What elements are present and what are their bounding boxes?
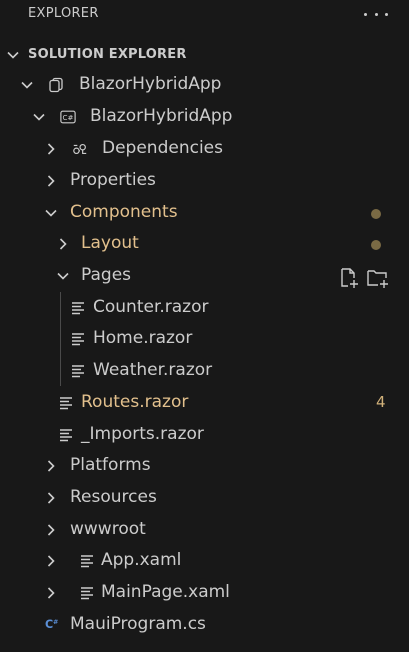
chevron-right-icon (47, 143, 55, 155)
tree-item-platforms[interactable]: Platforms (0, 451, 409, 482)
tree-item-label: Weather.razor (93, 360, 213, 380)
tree-item-imports-razor[interactable]: _Imports.razor (0, 420, 409, 451)
chevron-right-icon (47, 555, 55, 567)
tree-item-mainpage-xaml[interactable]: MainPage.xaml (0, 578, 409, 609)
tree-item-label: MauiProgram.cs (70, 614, 206, 634)
chevron-down-icon (57, 272, 69, 280)
tree-item-label: BlazorHybridApp (90, 106, 233, 126)
svg-text:#: # (53, 618, 58, 626)
file-lines-icon (60, 397, 72, 410)
tree-item-label: wwwroot (70, 519, 146, 539)
tree-item-resources[interactable]: Resources (0, 483, 409, 514)
tree-item-home-razor[interactable]: Home.razor (0, 324, 409, 355)
modified-dot (371, 240, 381, 250)
file-lines-icon (72, 302, 84, 315)
new-folder-icon[interactable] (366, 267, 388, 289)
ellipsis-icon[interactable] (364, 4, 388, 24)
chevron-right-icon (47, 587, 55, 599)
csharp-project-icon: C# (60, 110, 76, 124)
chevron-right-icon (47, 492, 55, 504)
solution-explorer-section-header[interactable]: SOLUTION EXPLORER (0, 42, 409, 68)
tree-item-properties[interactable]: Properties (0, 166, 409, 197)
new-file-icon[interactable] (338, 267, 360, 289)
tree-item-label: Home.razor (93, 328, 193, 348)
svg-text:C#: C# (63, 113, 74, 122)
chevron-right-icon (47, 460, 55, 472)
chevron-down-icon (45, 209, 57, 217)
tree-item-dependencies[interactable]: Dependencies (0, 134, 409, 165)
file-lines-icon (81, 555, 93, 568)
svg-text:C: C (45, 618, 53, 631)
tree-item-label: App.xaml (101, 550, 182, 570)
section-title: SOLUTION EXPLORER (28, 47, 187, 62)
explorer-title: EXPLORER (28, 6, 99, 21)
csharp-file-icon: C # (45, 618, 58, 631)
file-lines-icon (72, 333, 84, 346)
tree-item-wwwroot[interactable]: wwwroot (0, 515, 409, 546)
tree-item-label: Properties (70, 170, 156, 190)
file-lines-icon (60, 429, 72, 442)
tree-item-label: BlazorHybridApp (79, 74, 222, 94)
modified-dot (371, 209, 381, 219)
tree-item-mauiprogram-cs[interactable]: C # MauiProgram.cs (0, 610, 409, 641)
tree-item-label: Components (70, 202, 178, 222)
chevron-down-icon (33, 113, 45, 121)
file-lines-icon (81, 587, 93, 600)
tree-item-label: MainPage.xaml (101, 582, 230, 602)
tree-item-pages[interactable]: Pages (0, 261, 409, 292)
chevron-right-icon (47, 524, 55, 536)
tree-item-label: _Imports.razor (81, 424, 204, 444)
file-lines-icon (72, 365, 84, 378)
tree-item-label: Dependencies (102, 138, 223, 158)
problems-badge: 4 (376, 393, 386, 411)
tree-item-layout[interactable]: Layout (0, 229, 409, 260)
tree-item-components[interactable]: Components (0, 198, 409, 229)
chevron-right-icon (47, 175, 55, 187)
tree-item-solution[interactable]: BlazorHybridApp (0, 70, 409, 101)
solution-icon (49, 77, 63, 93)
tree-item-app-xaml[interactable]: App.xaml (0, 546, 409, 577)
tree-item-weather-razor[interactable]: Weather.razor (0, 356, 409, 387)
tree-item-label: Pages (81, 265, 132, 285)
dependencies-icon (73, 143, 87, 155)
tree-item-label: Layout (81, 233, 139, 253)
tree-item-label: Platforms (70, 455, 151, 475)
tree-item-project[interactable]: C# BlazorHybridApp (0, 102, 409, 133)
tree-item-label: Counter.razor (93, 297, 209, 317)
chevron-down-icon (21, 81, 33, 89)
tree-item-routes-razor[interactable]: Routes.razor 4 (0, 388, 409, 419)
tree-item-counter-razor[interactable]: Counter.razor (0, 293, 409, 324)
explorer-header: EXPLORER (0, 0, 409, 30)
tree-item-label: Routes.razor (81, 392, 189, 412)
tree-item-label: Resources (70, 487, 157, 507)
chevron-down-icon (7, 51, 19, 59)
chevron-right-icon (59, 238, 67, 250)
